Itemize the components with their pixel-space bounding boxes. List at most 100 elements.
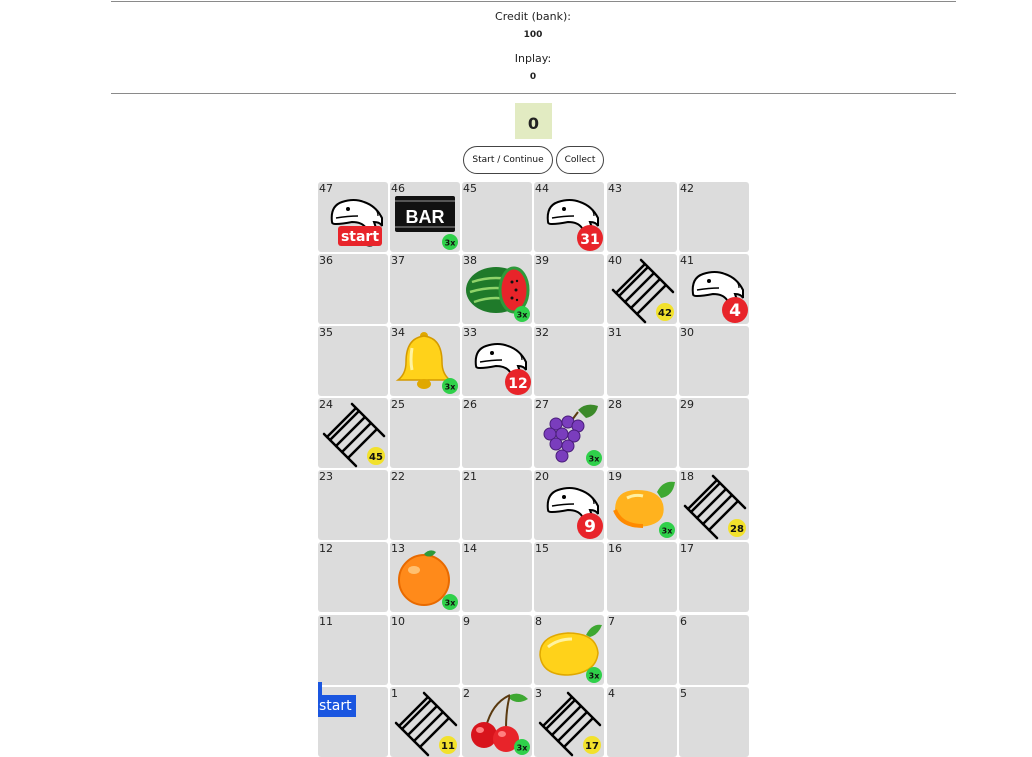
board-cell: 29 xyxy=(679,398,749,468)
svg-text:3x: 3x xyxy=(662,527,674,536)
snake-icon: 4 xyxy=(691,271,748,323)
cell-number: 7 xyxy=(608,615,615,628)
step-counter: 0 xyxy=(515,103,552,139)
svg-text:17: 17 xyxy=(585,741,599,752)
board-cell: 22 xyxy=(390,470,460,540)
board-cell: 19 3x xyxy=(607,470,677,540)
svg-text:3x: 3x xyxy=(445,383,457,392)
cell-number: 16 xyxy=(608,542,622,555)
cell-number: 36 xyxy=(319,254,333,267)
svg-text:3x: 3x xyxy=(589,672,601,681)
credit-label: Credit (bank): xyxy=(495,10,571,23)
board-cell: 41 4 xyxy=(679,254,749,324)
start-continue-button[interactable]: Start / Continue xyxy=(463,146,553,174)
svg-text:3x: 3x xyxy=(589,455,601,464)
board-cell: 31 xyxy=(607,326,677,396)
start-position-marker: start xyxy=(318,695,356,717)
svg-text:12: 12 xyxy=(508,376,527,392)
svg-text:9: 9 xyxy=(584,517,596,537)
ladder-icon: 45 xyxy=(322,402,386,468)
cell-number: 17 xyxy=(680,542,694,555)
board-cell: 1 11 xyxy=(390,687,460,757)
collect-button[interactable]: Collect xyxy=(556,146,604,174)
cell-number: 14 xyxy=(463,542,477,555)
board-cell: 20 9 xyxy=(534,470,604,540)
snake-icon: start xyxy=(330,199,383,247)
cell-number: 45 xyxy=(463,182,477,195)
board-cell: 3 17 xyxy=(534,687,604,757)
board-cell: 13 3x xyxy=(390,542,460,612)
ladder-icon: 17 xyxy=(538,691,602,757)
mango-icon: 3x xyxy=(613,481,675,538)
board-cell: 14 xyxy=(462,542,532,612)
cell-number: 22 xyxy=(391,470,405,483)
cell-number: 35 xyxy=(319,326,333,339)
board-cell: 37 xyxy=(390,254,460,324)
board-cell: 17 xyxy=(679,542,749,612)
board-cell: 46 BAR 3x xyxy=(390,182,460,252)
watermelon-icon: 3x xyxy=(466,266,530,322)
board-cell: 23 xyxy=(318,470,388,540)
svg-text:4: 4 xyxy=(729,301,741,321)
ladder-icon: 28 xyxy=(683,474,747,540)
board-cell: 10 xyxy=(390,615,460,685)
board-cell: 43 xyxy=(607,182,677,252)
credit-value: 100 xyxy=(523,30,543,40)
inplay-label: Inplay: xyxy=(514,52,552,65)
board-cell: 18 28 xyxy=(679,470,749,540)
board-cell: 39 xyxy=(534,254,604,324)
board-cell: 27 3x xyxy=(534,398,604,468)
board-cell: 44 31 xyxy=(534,182,604,252)
board-cell: 11 xyxy=(318,615,388,685)
cell-number: 37 xyxy=(391,254,405,267)
cell-number: 31 xyxy=(608,326,622,339)
svg-text:45: 45 xyxy=(369,452,383,463)
svg-text:42: 42 xyxy=(658,308,672,319)
board-cell: 45 xyxy=(462,182,532,252)
board-cell: 32 xyxy=(534,326,604,396)
cell-number: 39 xyxy=(535,254,549,267)
snake-icon: 12 xyxy=(474,343,531,395)
snake-icon: 9 xyxy=(546,487,603,539)
svg-text:3x: 3x xyxy=(517,311,529,320)
snake-icon: 31 xyxy=(546,199,603,251)
board-cell: 6 xyxy=(679,615,749,685)
board-cell: 8 3x xyxy=(534,615,604,685)
board-cell: 26 xyxy=(462,398,532,468)
cell-number: 42 xyxy=(680,182,694,195)
board-cell: 21 xyxy=(462,470,532,540)
board-cell: 35 xyxy=(318,326,388,396)
ladder-icon: 11 xyxy=(394,691,458,757)
svg-text:3x: 3x xyxy=(517,744,529,753)
bottom-divider xyxy=(111,93,956,94)
cell-number: 29 xyxy=(680,398,694,411)
grapes-icon: 3x xyxy=(543,404,602,466)
svg-text:11: 11 xyxy=(441,741,455,752)
lemon-icon: 3x xyxy=(539,624,602,683)
cell-number: 11 xyxy=(319,615,333,628)
board-cell: 28 xyxy=(607,398,677,468)
board-cell: 5 xyxy=(679,687,749,757)
board-cell: 42 xyxy=(679,182,749,252)
svg-text:3x: 3x xyxy=(445,239,457,248)
cell-number: 12 xyxy=(319,542,333,555)
top-divider xyxy=(111,1,956,2)
cell-number: 43 xyxy=(608,182,622,195)
game-board: 47 start 46 BAR 3x 45 44 31 43 42 36 37 38 3x 39 40 42 41… xyxy=(318,182,750,757)
board-cell: 34 3x xyxy=(390,326,460,396)
board-cell: 40 42 xyxy=(607,254,677,324)
board-cell: 9 xyxy=(462,615,532,685)
board-cell: 25 xyxy=(390,398,460,468)
cell-number: 26 xyxy=(463,398,477,411)
board-cell: 16 xyxy=(607,542,677,612)
svg-text:31: 31 xyxy=(580,232,599,248)
cell-number: 6 xyxy=(680,615,687,628)
cell-number: 4 xyxy=(608,687,615,700)
board-cell: 38 3x xyxy=(462,254,532,324)
board-cell: 12 xyxy=(318,542,388,612)
bar-icon: BAR 3x xyxy=(395,196,458,250)
board-cell: 4 xyxy=(607,687,677,757)
cell-number: 5 xyxy=(680,687,687,700)
cherry-icon: 3x xyxy=(471,693,530,755)
ladder-icon: 42 xyxy=(611,258,675,324)
